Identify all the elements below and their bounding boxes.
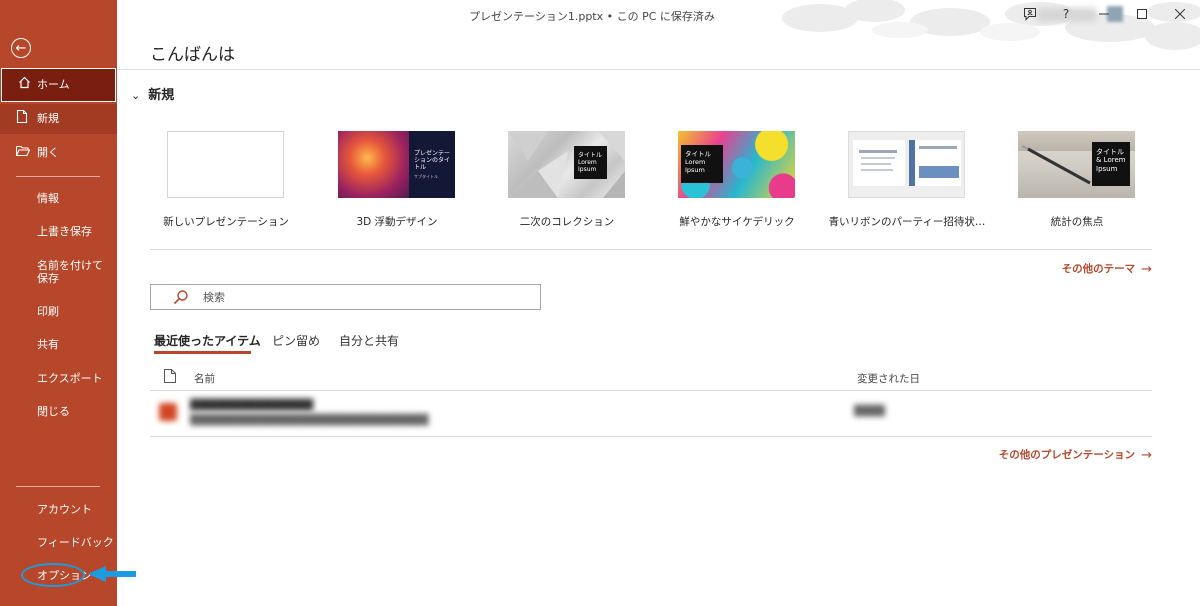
thumbnail-title-panel: タイトル Lorem Ipsum	[574, 146, 607, 179]
thumbnail-title: タイトル & Lorem Ipsum	[1096, 148, 1126, 173]
active-tab-underline	[154, 351, 251, 354]
comments-icon[interactable]	[1017, 3, 1043, 25]
sidebar-item-new[interactable]: 新規	[0, 104, 117, 134]
sidebar-item-label: 開く	[37, 145, 59, 159]
sidebar-item-label: 閉じる	[37, 404, 70, 418]
thumbnail-title: タイトル Lorem Ipsum	[685, 150, 711, 174]
thumbnail-title-panel: プレゼンテーションのタイトル サブタイトル	[409, 131, 455, 198]
sidebar-item-label: エクスポート	[37, 371, 103, 385]
thumbnail-page	[853, 140, 905, 186]
sidebar-item-label: 情報	[37, 191, 59, 205]
tab-recent[interactable]: 最近使ったアイテム	[154, 332, 261, 349]
file-path-blurred: ███████████████████████████████	[190, 415, 429, 426]
column-header-name[interactable]: 名前	[194, 371, 215, 386]
sidebar-item-label: アカウント	[37, 502, 92, 516]
thumbnail-title: プレゼンテーションのタイトル	[414, 150, 451, 172]
sidebar-item-home[interactable]: ホーム	[1, 68, 116, 102]
tab-pinned[interactable]: ピン留め	[272, 332, 320, 349]
title-bar: プレゼンテーション1.pptx • この PC に保存済み ?	[117, 0, 1200, 50]
sidebar-item-label: 名前を付けて保存	[37, 259, 103, 285]
sidebar-item-label: 印刷	[37, 304, 59, 318]
template-label: 3D 浮動デザイン	[356, 216, 438, 228]
column-header-modified[interactable]: 変更された日	[857, 371, 920, 386]
thumbnail-title: タイトル Lorem Ipsum	[578, 152, 603, 174]
modified-date-blurred: ████	[854, 406, 885, 417]
sidebar-item-label: 上書き保存	[37, 224, 92, 238]
backstage-sidebar: ← ホーム 新規 開く 情報 上書き保存 名前を付けて保存 印刷 共有 エクスポ…	[0, 0, 117, 606]
sidebar-item-label: オプション	[37, 568, 92, 582]
more-presentations-label: その他のプレゼンテーション	[998, 449, 1136, 461]
sidebar-item-save[interactable]: 上書き保存	[0, 218, 117, 246]
sidebar-item-export[interactable]: エクスポート	[0, 365, 117, 393]
template-thumbnail	[167, 131, 284, 198]
thumbnail-subtitle: サブタイトル	[414, 173, 438, 179]
thumbnail-title-panel: タイトル & Lorem Ipsum	[1092, 142, 1130, 186]
sidebar-item-label: 新規	[37, 111, 59, 125]
sidebar-item-open[interactable]: 開く	[0, 138, 117, 168]
help-button[interactable]: ?	[1053, 3, 1079, 25]
arrow-right-icon: →	[1141, 262, 1152, 277]
divider	[117, 69, 1200, 70]
thumbnail-title-panel: タイトル Lorem Ipsum	[681, 145, 723, 183]
tab-shared-with-me[interactable]: 自分と共有	[339, 332, 399, 349]
greeting-heading: こんばんは	[150, 45, 235, 65]
table-row[interactable]: ████████████████ ███████████████████████…	[150, 391, 1152, 436]
template-label: 青いリボンのパーティー招待状…	[828, 216, 986, 228]
more-presentations-link[interactable]: その他のプレゼンテーション →	[999, 447, 1152, 463]
minimize-button[interactable]	[1091, 3, 1117, 25]
template-thumbnail: タイトル & Lorem Ipsum	[1018, 131, 1135, 198]
template-blue-ribbon-invitation[interactable]: 青いリボンのパーティー招待状…	[829, 131, 985, 228]
sidebar-item-close[interactable]: 閉じる	[0, 398, 117, 426]
folder-open-icon	[15, 145, 31, 162]
maximize-button[interactable]	[1129, 3, 1155, 25]
home-icon	[18, 76, 31, 94]
search-box[interactable]	[150, 284, 541, 310]
template-blank-presentation[interactable]: 新しいプレゼンテーション	[163, 131, 289, 228]
sidebar-item-account[interactable]: アカウント	[0, 496, 117, 524]
template-thumbnail	[848, 131, 965, 198]
more-themes-label: その他のテーマ	[1061, 263, 1136, 275]
sidebar-item-print[interactable]: 印刷	[0, 298, 117, 326]
annotation-arrow-icon	[88, 566, 136, 582]
template-vivid-psychedelic[interactable]: タイトル Lorem Ipsum 鮮やかなサイケデリック	[678, 131, 796, 228]
powerpoint-file-icon	[159, 403, 177, 421]
template-3d-floating[interactable]: プレゼンテーションのタイトル サブタイトル 3D 浮動デザイン	[338, 131, 456, 228]
new-section-toggle[interactable]: ⌄ 新規	[131, 84, 174, 103]
new-section-heading: 新規	[148, 88, 175, 103]
sidebar-divider	[16, 486, 100, 487]
thumbnail-page	[909, 140, 961, 186]
sidebar-item-feedback[interactable]: フィードバック	[0, 529, 117, 557]
template-label: 新しいプレゼンテーション	[163, 216, 289, 228]
divider	[150, 436, 1152, 437]
template-label: 二次のコレクション	[519, 216, 615, 228]
sidebar-item-save-as[interactable]: 名前を付けて保存	[0, 255, 117, 291]
new-document-icon	[16, 109, 28, 128]
sidebar-item-label: フィードバック	[37, 535, 114, 549]
template-statistics-focus[interactable]: タイトル & Lorem Ipsum 統計の焦点	[1018, 131, 1136, 228]
sidebar-item-label: 共有	[37, 337, 59, 351]
template-thumbnail: プレゼンテーションのタイトル サブタイトル	[338, 131, 455, 198]
chevron-down-icon: ⌄	[131, 89, 141, 102]
divider	[150, 249, 1152, 250]
template-label: 統計の焦点	[1050, 216, 1104, 228]
polygon-background	[508, 131, 625, 198]
sidebar-item-share[interactable]: 共有	[0, 331, 117, 359]
window-title: プレゼンテーション1.pptx • この PC に保存済み	[469, 10, 715, 23]
template-label: 鮮やかなサイケデリック	[679, 216, 795, 228]
back-arrow-icon[interactable]: ←	[11, 38, 31, 58]
search-input[interactable]	[203, 288, 523, 306]
template-quadratic-collection[interactable]: タイトル Lorem Ipsum 二次のコレクション	[508, 131, 626, 228]
file-type-icon[interactable]	[164, 369, 176, 383]
file-name-blurred: ████████████████	[190, 400, 314, 411]
sidebar-divider	[16, 176, 100, 177]
search-icon	[173, 290, 188, 305]
more-themes-link[interactable]: その他のテーマ →	[1062, 261, 1152, 277]
sidebar-item-info[interactable]: 情報	[0, 185, 117, 213]
template-thumbnail: タイトル Lorem Ipsum	[678, 131, 795, 198]
template-thumbnail: タイトル Lorem Ipsum	[508, 131, 625, 198]
arrow-right-icon: →	[1141, 448, 1152, 463]
close-window-button[interactable]	[1167, 3, 1193, 25]
sidebar-item-label: ホーム	[37, 77, 70, 91]
